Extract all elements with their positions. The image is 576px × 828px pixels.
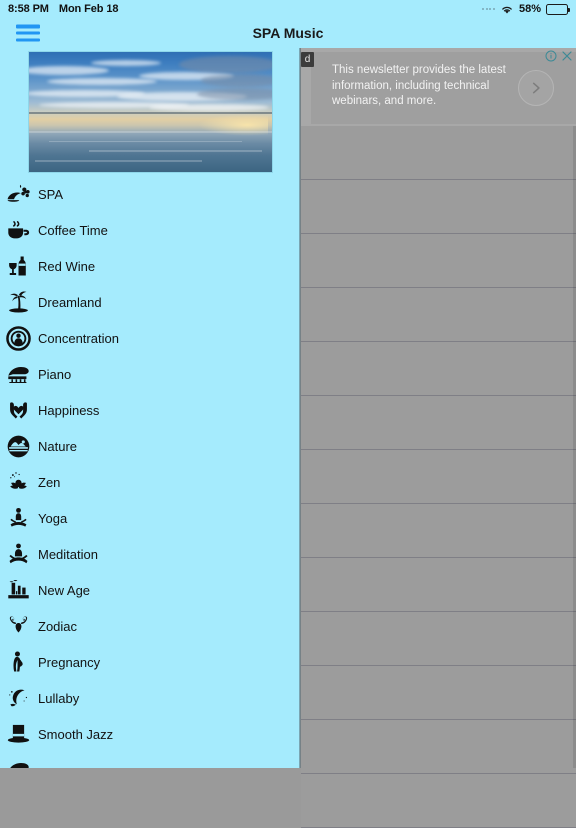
sidebar-item-label: Dreamland [38, 294, 102, 310]
content-row-list [301, 126, 576, 828]
close-icon[interactable] [561, 50, 573, 62]
sidebar-item-label: Red Wine [38, 258, 96, 274]
wine-bottle-glass-icon [5, 253, 31, 279]
hamburger-bar [16, 31, 40, 35]
meditation-pose-icon [5, 541, 31, 567]
grand-piano-icon [5, 361, 31, 387]
status-time: 8:58 PM [8, 3, 49, 15]
list-item[interactable] [301, 774, 576, 828]
list-item[interactable] [301, 126, 576, 180]
coffee-cup-icon [5, 217, 31, 243]
hero-image [28, 51, 273, 173]
list-item[interactable] [301, 720, 576, 774]
sidebar-item-label: Concentration [38, 330, 119, 346]
sidebar-item-coffee-time[interactable]: Coffee Time [0, 212, 300, 248]
sidebar-item-label: Coffee Time [38, 222, 108, 238]
ad-controls[interactable] [545, 50, 573, 62]
list-item[interactable] [301, 180, 576, 234]
rock-formation-icon [5, 577, 31, 603]
sidebar-item-nature[interactable]: Nature [0, 428, 300, 464]
sidebar-item-label: Zen [38, 474, 61, 490]
sidebar-item-label: Happiness [38, 402, 100, 418]
sidebar-item-pregnancy[interactable]: Pregnancy [0, 644, 300, 680]
crescent-moon-icon [5, 685, 31, 711]
palm-tree-icon [5, 289, 31, 315]
sidebar-item-zodiac[interactable]: Zodiac [0, 608, 300, 644]
hero-horizon-line [29, 112, 272, 114]
list-item[interactable] [301, 342, 576, 396]
target-person-icon [5, 325, 31, 351]
sidebar-item-label: New Age [38, 582, 91, 598]
ad-arrow-button[interactable] [518, 70, 554, 106]
status-bar: 8:58 PM Mon Feb 18 58% [0, 0, 576, 18]
info-icon[interactable] [545, 50, 557, 62]
aries-ram-icon [5, 613, 31, 639]
page-title: SPA Music [252, 25, 324, 41]
sidebar-item-label: Pregnancy [38, 654, 101, 670]
hero-sun-glow [198, 114, 268, 137]
sidebar-item-label: Zodiac [38, 618, 78, 634]
sidebar-item-happiness[interactable]: Happiness [0, 392, 300, 428]
list-item[interactable] [301, 666, 576, 720]
chevron-right-icon [532, 82, 540, 94]
ad-banner[interactable]: d This newsletter provides the latest in… [301, 48, 576, 126]
sidebar-item-zen[interactable]: Zen [0, 464, 300, 500]
lotus-flower-icon [5, 469, 31, 495]
list-item[interactable] [301, 288, 576, 342]
sidebar-edge [299, 48, 301, 768]
ad-banner-body[interactable]: d This newsletter provides the latest in… [301, 52, 576, 124]
sidebar-item-label: Yoga [38, 510, 68, 526]
hamburger-menu-button[interactable] [16, 24, 40, 42]
mountain-circle-icon [5, 433, 31, 459]
signal-dots-icon [482, 8, 495, 10]
sidebar-item-piano[interactable]: Piano [0, 356, 300, 392]
ad-badge: d [301, 52, 314, 67]
hamburger-bar [16, 24, 40, 28]
nav-bar: SPA Music [0, 18, 576, 48]
sidebar-item-spa[interactable]: SPA [0, 176, 300, 212]
pregnant-woman-icon [5, 649, 31, 675]
status-date: Mon Feb 18 [58, 3, 119, 15]
list-item[interactable] [301, 396, 576, 450]
grand-piano-icon [5, 757, 31, 768]
sidebar-item-label: SPA [38, 186, 64, 202]
list-item[interactable] [301, 612, 576, 666]
sidebar-item-smooth-jazz[interactable]: Smooth Jazz [0, 716, 300, 752]
sidebar-item-dreamland[interactable]: Dreamland [0, 284, 300, 320]
wifi-icon [502, 6, 512, 13]
sidebar-item-concentration[interactable]: Concentration [0, 320, 300, 356]
list-item[interactable] [301, 450, 576, 504]
sidebar-item-lullaby[interactable]: Lullaby [0, 680, 300, 716]
battery-percent: 58% [518, 3, 541, 15]
ad-text: This newsletter provides the latest info… [332, 64, 506, 107]
sidebar-item-label: Lullaby [38, 690, 80, 706]
content-overlay [301, 48, 576, 828]
hamburger-bar [16, 38, 40, 42]
top-hat-icon [5, 721, 31, 747]
sidebar-item-new-age[interactable]: New Age [0, 572, 300, 608]
battery-icon [546, 3, 570, 15]
sidebar-item-partial[interactable] [0, 752, 300, 768]
sidebar-item-label: Piano [38, 366, 72, 382]
list-item[interactable] [301, 234, 576, 288]
sidebar-item-yoga[interactable]: Yoga [0, 500, 300, 536]
hands-heart-icon [5, 397, 31, 423]
sidebar-item-label: Meditation [38, 546, 98, 562]
sidebar-item-meditation[interactable]: Meditation [0, 536, 300, 572]
list-item[interactable] [301, 504, 576, 558]
sidebar-item-red-wine[interactable]: Red Wine [0, 248, 300, 284]
sidebar-item-label: Smooth Jazz [38, 726, 114, 742]
spa-stones-icon [5, 181, 31, 207]
sidebar-drawer: SPA Coffee Time Red Wine Dreamland Concentra… [0, 48, 300, 768]
list-item[interactable] [301, 558, 576, 612]
sidebar-menu-list[interactable]: SPA Coffee Time Red Wine Dreamland Concentra… [0, 176, 300, 768]
status-bar-right: 58% [482, 3, 570, 15]
yoga-pose-icon [5, 505, 31, 531]
sidebar-item-label: Nature [38, 438, 78, 454]
status-bar-left: 8:58 PM Mon Feb 18 [8, 3, 118, 15]
